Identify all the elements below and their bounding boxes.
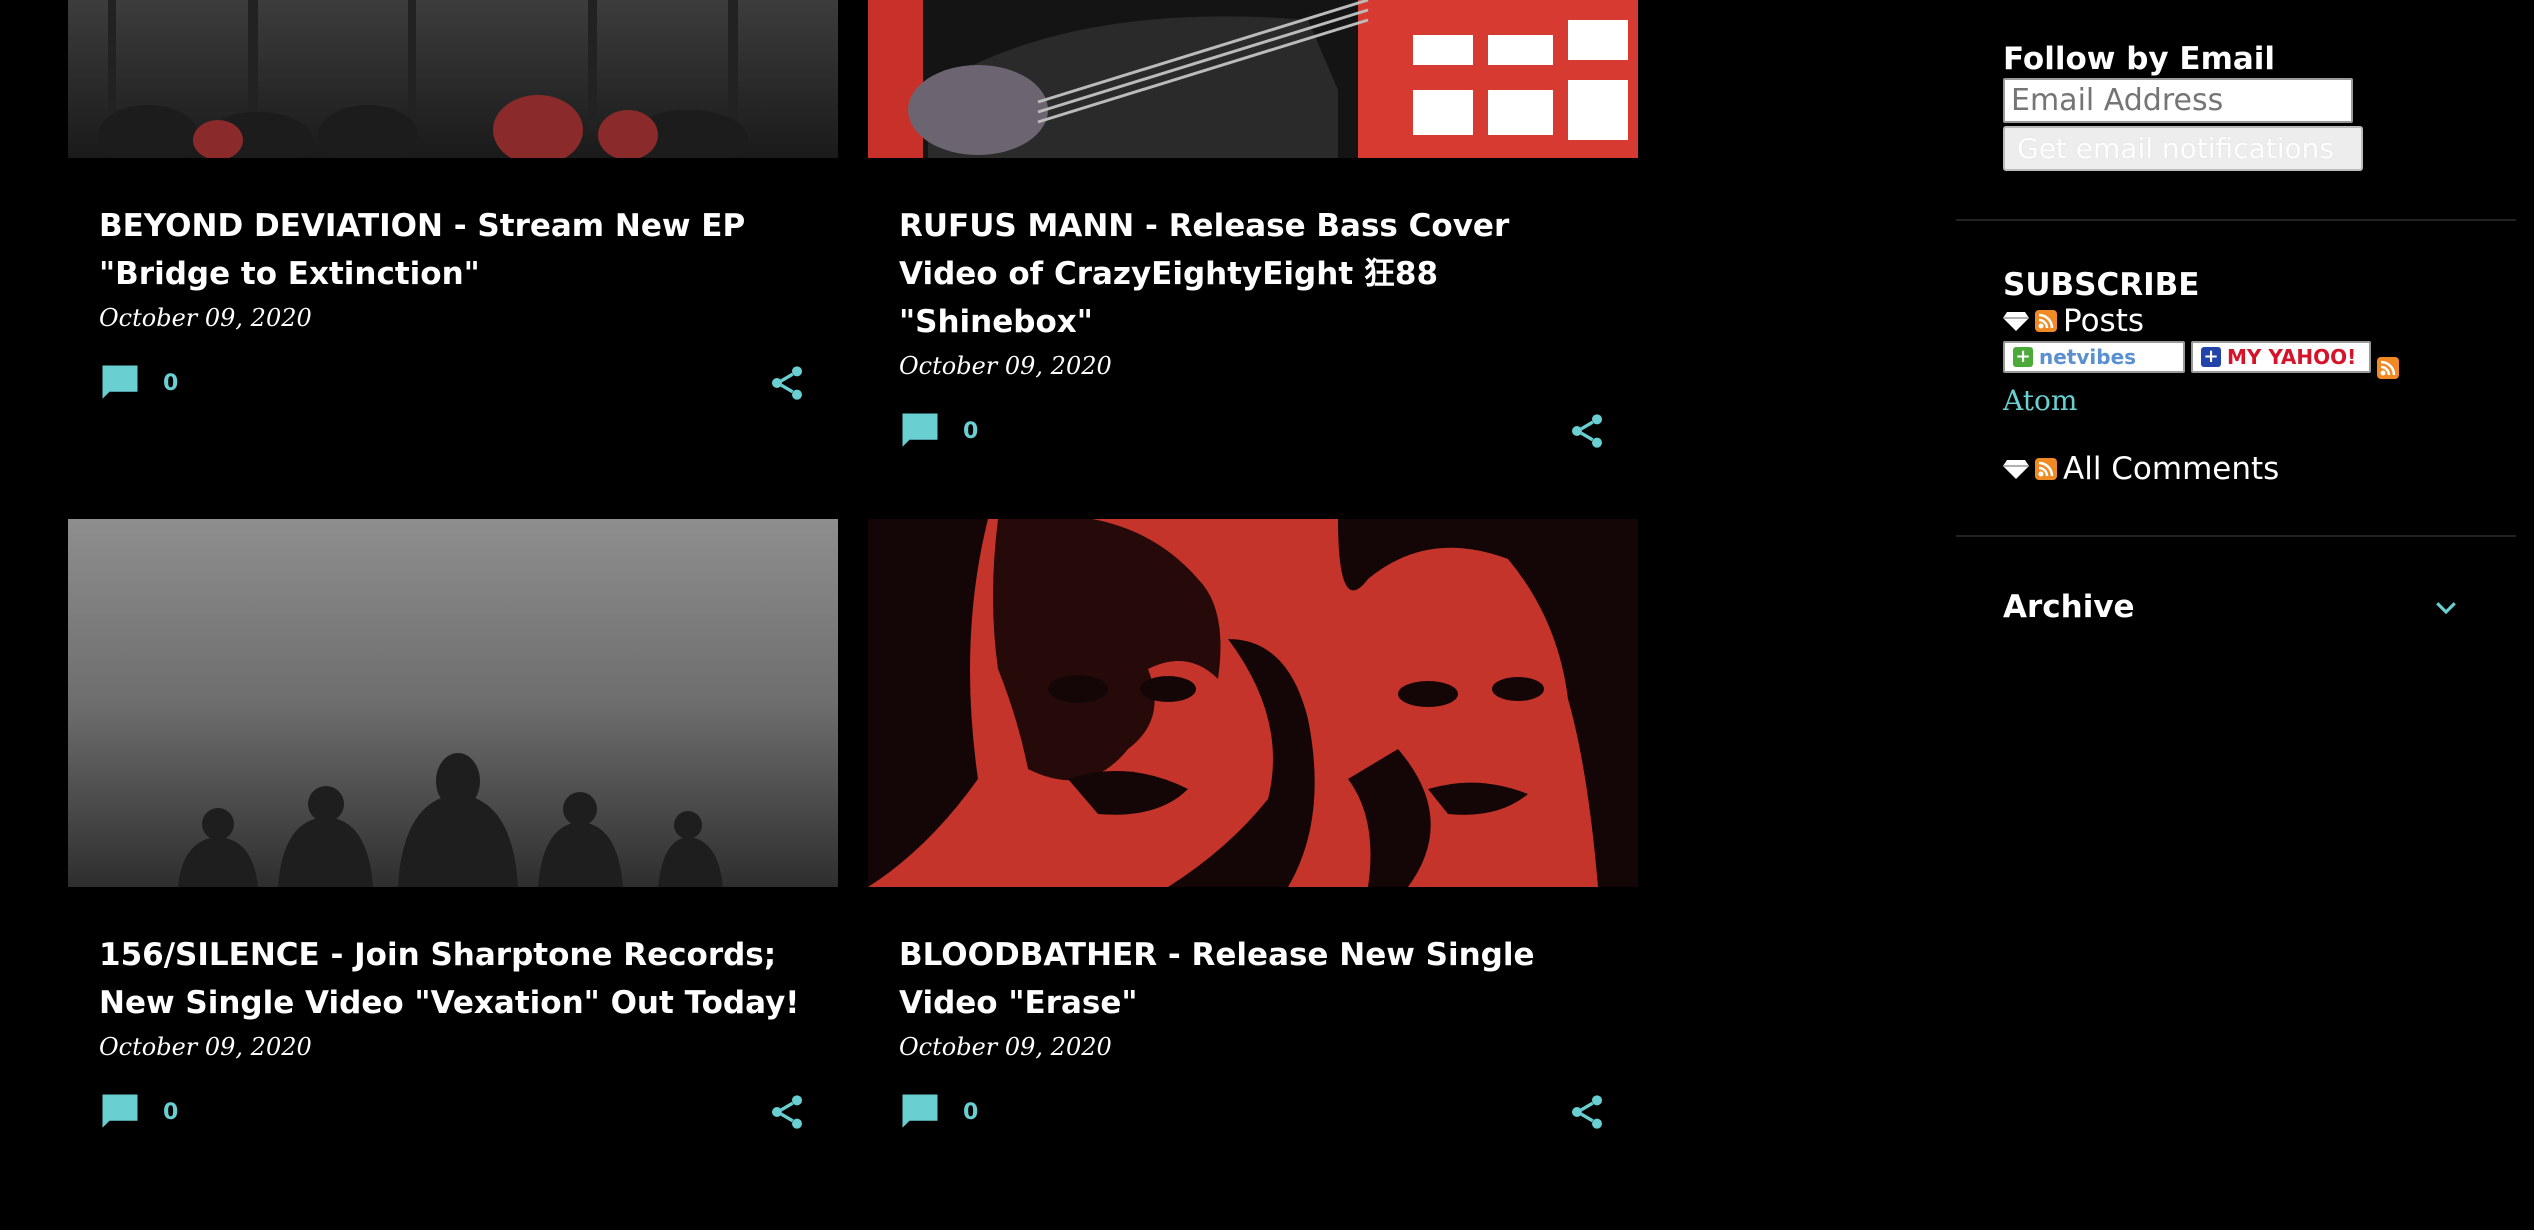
subscribe-all-comments-toggle[interactable]: All Comments [2003, 451, 2469, 487]
post-card: 156/SILENCE - Join Sharptone Records; Ne… [68, 519, 838, 1151]
post-title-link[interactable]: RUFUS MANN - Release Bass Cover Video of… [899, 202, 1607, 346]
post-date: October 09, 2020 [899, 1033, 1112, 1061]
post-footer: 0 [899, 1091, 1607, 1151]
post-thumbnail[interactable] [68, 519, 838, 887]
plus-icon: + [2201, 347, 2221, 367]
post-title-link[interactable]: 156/SILENCE - Join Sharptone Records; Ne… [99, 931, 807, 1027]
rss-feed-icon [2035, 458, 2057, 480]
all-comments-label: All Comments [2063, 451, 2280, 487]
expand-gem-icon [2003, 460, 2029, 479]
comment-icon [902, 1094, 938, 1128]
subscribe-title: SUBSCRIBE [2003, 267, 2200, 303]
subscribe-posts-toggle[interactable]: Posts [2003, 303, 2469, 339]
comment-count: 0 [963, 418, 979, 444]
comment-count-link[interactable]: 0 [99, 362, 178, 404]
follow-by-email-title: Follow by Email [2003, 41, 2276, 77]
post-thumbnail[interactable] [68, 0, 838, 158]
subscribe-posts-label: Posts [2063, 303, 2145, 339]
add-to-my-yahoo-button[interactable]: + MY YAHOO! [2191, 341, 2371, 373]
post-card: RUFUS MANN - Release Bass Cover Video of… [868, 0, 1638, 470]
comment-count: 0 [163, 1099, 179, 1125]
comment-count: 0 [963, 1099, 979, 1125]
share-button[interactable] [1567, 1091, 1607, 1137]
share-icon [772, 1095, 802, 1129]
comment-count-link[interactable]: 0 [899, 410, 978, 452]
post-card: BLOODBATHER - Release New Single Video "… [868, 519, 1638, 1151]
atom-feed-link[interactable]: Atom [2003, 381, 2469, 421]
plus-icon: + [2013, 347, 2033, 367]
share-icon [772, 366, 802, 400]
feed-reader-badges: + netvibes + MY YAHOO! [2003, 341, 2469, 379]
rss-feed-icon[interactable] [2377, 357, 2399, 379]
post-date: October 09, 2020 [899, 352, 1112, 380]
follow-by-email-widget: Follow by Email Get email notifications [1956, 0, 2516, 219]
comment-icon [102, 365, 138, 399]
get-email-notifications-button[interactable]: Get email notifications [2003, 126, 2363, 171]
post-thumbnail[interactable] [868, 519, 1638, 887]
netvibes-label: netvibes [2039, 345, 2137, 369]
email-field[interactable] [2003, 78, 2353, 123]
blog-page: BEYOND DEVIATION - Stream New EP "Bridge… [0, 0, 2534, 1230]
expand-gem-icon [2003, 312, 2029, 331]
comment-icon [102, 1094, 138, 1128]
sidebar: Follow by Email Get email notifications … [1956, 0, 2516, 625]
comment-count: 0 [163, 370, 179, 396]
add-to-netvibes-button[interactable]: + netvibes [2003, 341, 2185, 373]
share-button[interactable] [767, 362, 807, 408]
post-date: October 09, 2020 [99, 304, 312, 332]
post-footer: 0 [899, 410, 1607, 470]
post-title-link[interactable]: BLOODBATHER - Release New Single Video "… [899, 931, 1607, 1027]
post-footer: 0 [99, 362, 807, 422]
comment-count-link[interactable]: 0 [99, 1091, 178, 1133]
post-title-link[interactable]: BEYOND DEVIATION - Stream New EP "Bridge… [99, 202, 807, 298]
rss-feed-icon [2035, 310, 2057, 332]
post-date: October 09, 2020 [99, 1033, 312, 1061]
subscribe-widget: SUBSCRIBE Posts + netvibes + MY YAHOO! A… [1956, 221, 2516, 535]
post-thumbnail[interactable] [868, 0, 1638, 158]
archive-title: Archive [2003, 589, 2135, 625]
share-icon [1572, 414, 1602, 448]
archive-toggle[interactable]: Archive [2003, 589, 2469, 625]
post-card: BEYOND DEVIATION - Stream New EP "Bridge… [68, 0, 838, 422]
post-footer: 0 [99, 1091, 807, 1151]
share-button[interactable] [767, 1091, 807, 1137]
archive-widget: Archive [1956, 537, 2516, 625]
comment-icon [902, 413, 938, 447]
chevron-down-icon [2436, 602, 2456, 615]
comment-count-link[interactable]: 0 [899, 1091, 978, 1133]
share-button[interactable] [1567, 410, 1607, 456]
my-yahoo-label: MY YAHOO! [2227, 345, 2357, 369]
share-icon [1572, 1095, 1602, 1129]
